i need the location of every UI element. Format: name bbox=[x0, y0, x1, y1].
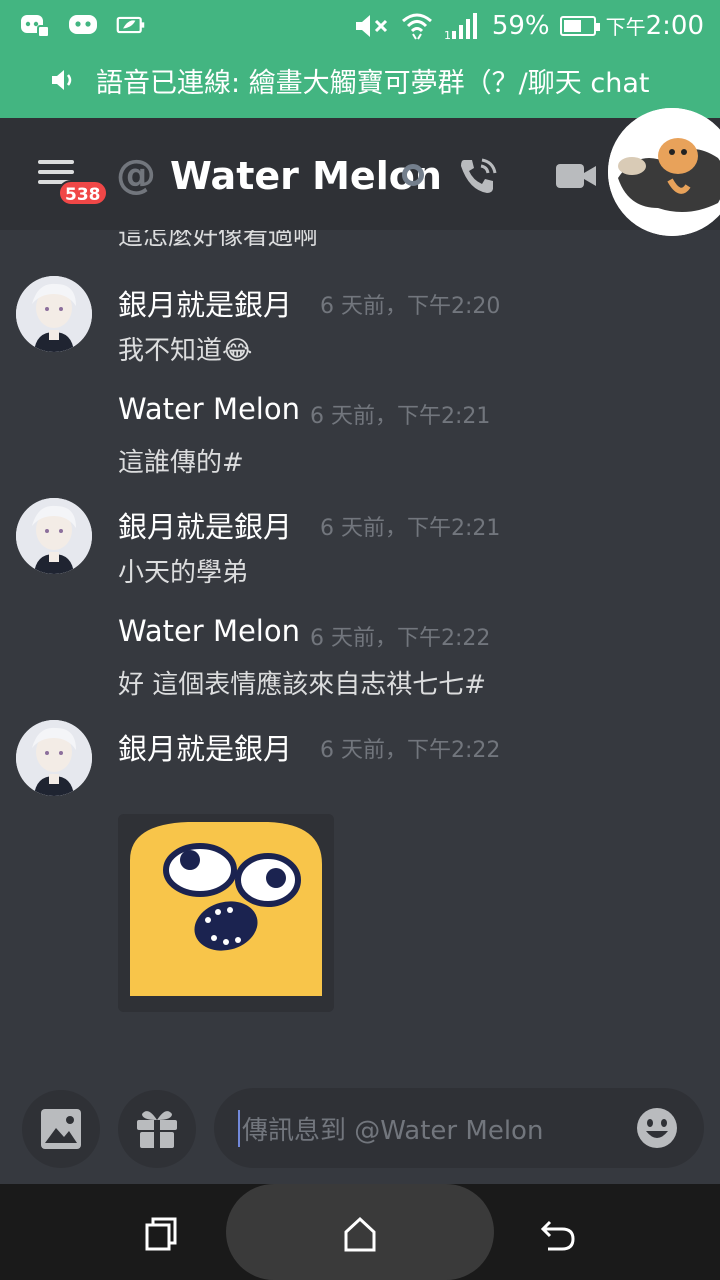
message-input[interactable]: 傳訊息到 @Water Melon bbox=[214, 1088, 704, 1168]
avatar[interactable] bbox=[16, 276, 92, 352]
home-button[interactable] bbox=[226, 1184, 494, 1280]
android-nav-bar bbox=[0, 1184, 720, 1280]
message-text: 好 這個表情應該來自志祺七七# bbox=[118, 670, 487, 700]
emoji-picker-icon[interactable] bbox=[636, 1107, 678, 1149]
message-timestamp: 6 天前，下午2:21 bbox=[320, 516, 501, 541]
battery-percent: 59% bbox=[491, 11, 550, 41]
discord-icon bbox=[69, 15, 97, 34]
battery-icon bbox=[559, 16, 600, 36]
message-timestamp: 6 天前，下午2:21 bbox=[310, 404, 491, 429]
message-timestamp: 6 天前，下午2:22 bbox=[320, 738, 501, 763]
menu-button[interactable]: 538 bbox=[30, 154, 108, 214]
message-text: 這怎麼好像看過啊 bbox=[118, 230, 319, 250]
time-prefix: 下午 bbox=[605, 15, 646, 39]
back-icon[interactable] bbox=[538, 1214, 578, 1254]
voice-banner[interactable]: 語音已連線: 繪畫大觸寶可夢群（？/聊天 chat bbox=[0, 58, 720, 102]
channel-header: 538 @ Water Melon bbox=[0, 108, 720, 236]
message-input-placeholder: 傳訊息到 @Water Melon bbox=[238, 1110, 543, 1147]
emoji-sticker-image[interactable] bbox=[118, 814, 334, 1012]
message-author[interactable]: Water Melon bbox=[118, 392, 300, 426]
voice-connected-bar: 1 59% 下午2:00 語音已連線: 繪畫大觸寶可夢群（？/聊天 chat bbox=[0, 0, 720, 118]
discord-app-icon bbox=[21, 15, 50, 38]
speaker-icon bbox=[52, 70, 72, 90]
image-upload-button[interactable] bbox=[22, 1090, 100, 1168]
signal-icon: 1 bbox=[444, 13, 477, 41]
offline-status-icon bbox=[402, 164, 424, 186]
mute-icon bbox=[355, 15, 387, 37]
at-icon: @ bbox=[116, 152, 156, 198]
message-text: 我不知道😂 bbox=[118, 336, 253, 366]
message-author[interactable]: 銀月就是銀月 bbox=[118, 282, 292, 324]
unread-badge: 538 bbox=[58, 180, 108, 206]
chat-head-bubble[interactable] bbox=[608, 108, 720, 236]
video-call-button[interactable] bbox=[554, 158, 598, 194]
message-author[interactable]: 銀月就是銀月 bbox=[118, 726, 292, 768]
avatar-image bbox=[16, 720, 92, 796]
avatar[interactable] bbox=[16, 720, 92, 796]
message-text: 小天的學弟 bbox=[118, 558, 249, 588]
svg-text:1: 1 bbox=[444, 29, 451, 41]
message-author[interactable]: 銀月就是銀月 bbox=[118, 504, 292, 546]
chat-head-avatar bbox=[608, 108, 720, 236]
battery-saver-icon bbox=[116, 16, 145, 34]
gift-icon bbox=[137, 1111, 177, 1148]
message-timestamp: 6 天前，下午2:20 bbox=[320, 294, 501, 319]
recent-apps-icon[interactable] bbox=[142, 1214, 182, 1254]
avatar[interactable] bbox=[16, 498, 92, 574]
avatar-image bbox=[16, 276, 92, 352]
hamburger-icon bbox=[38, 160, 74, 164]
message-input-bar: 傳訊息到 @Water Melon bbox=[0, 1088, 720, 1184]
status-bar: 1 59% 下午2:00 bbox=[0, 0, 720, 52]
home-icon bbox=[344, 1216, 376, 1252]
message-timestamp: 6 天前，下午2:22 bbox=[310, 626, 491, 651]
surprised-face-sticker bbox=[118, 814, 334, 1012]
status-right: 1 59% 下午2:00 bbox=[354, 8, 704, 44]
avatar-image bbox=[16, 498, 92, 574]
voice-banner-text: 語音已連線: 繪畫大觸寶可夢群（？/聊天 chat bbox=[96, 67, 650, 99]
clock: 2:00 bbox=[645, 11, 704, 41]
gift-button[interactable] bbox=[118, 1090, 196, 1168]
image-icon bbox=[41, 1109, 81, 1149]
message-list[interactable]: 這怎麼好像看過啊 銀月就是銀月 6 天前，下午2:20 我不知道😂 Water … bbox=[0, 230, 720, 1088]
message-text: 這誰傳的# bbox=[118, 448, 244, 478]
discord-dm-screen: 1 59% 下午2:00 語音已連線: 繪畫大觸寶可夢群（？/聊天 chat 5… bbox=[0, 0, 720, 1280]
wifi-icon bbox=[401, 13, 432, 40]
message-author[interactable]: Water Melon bbox=[118, 614, 300, 648]
voice-call-button[interactable] bbox=[456, 154, 500, 198]
